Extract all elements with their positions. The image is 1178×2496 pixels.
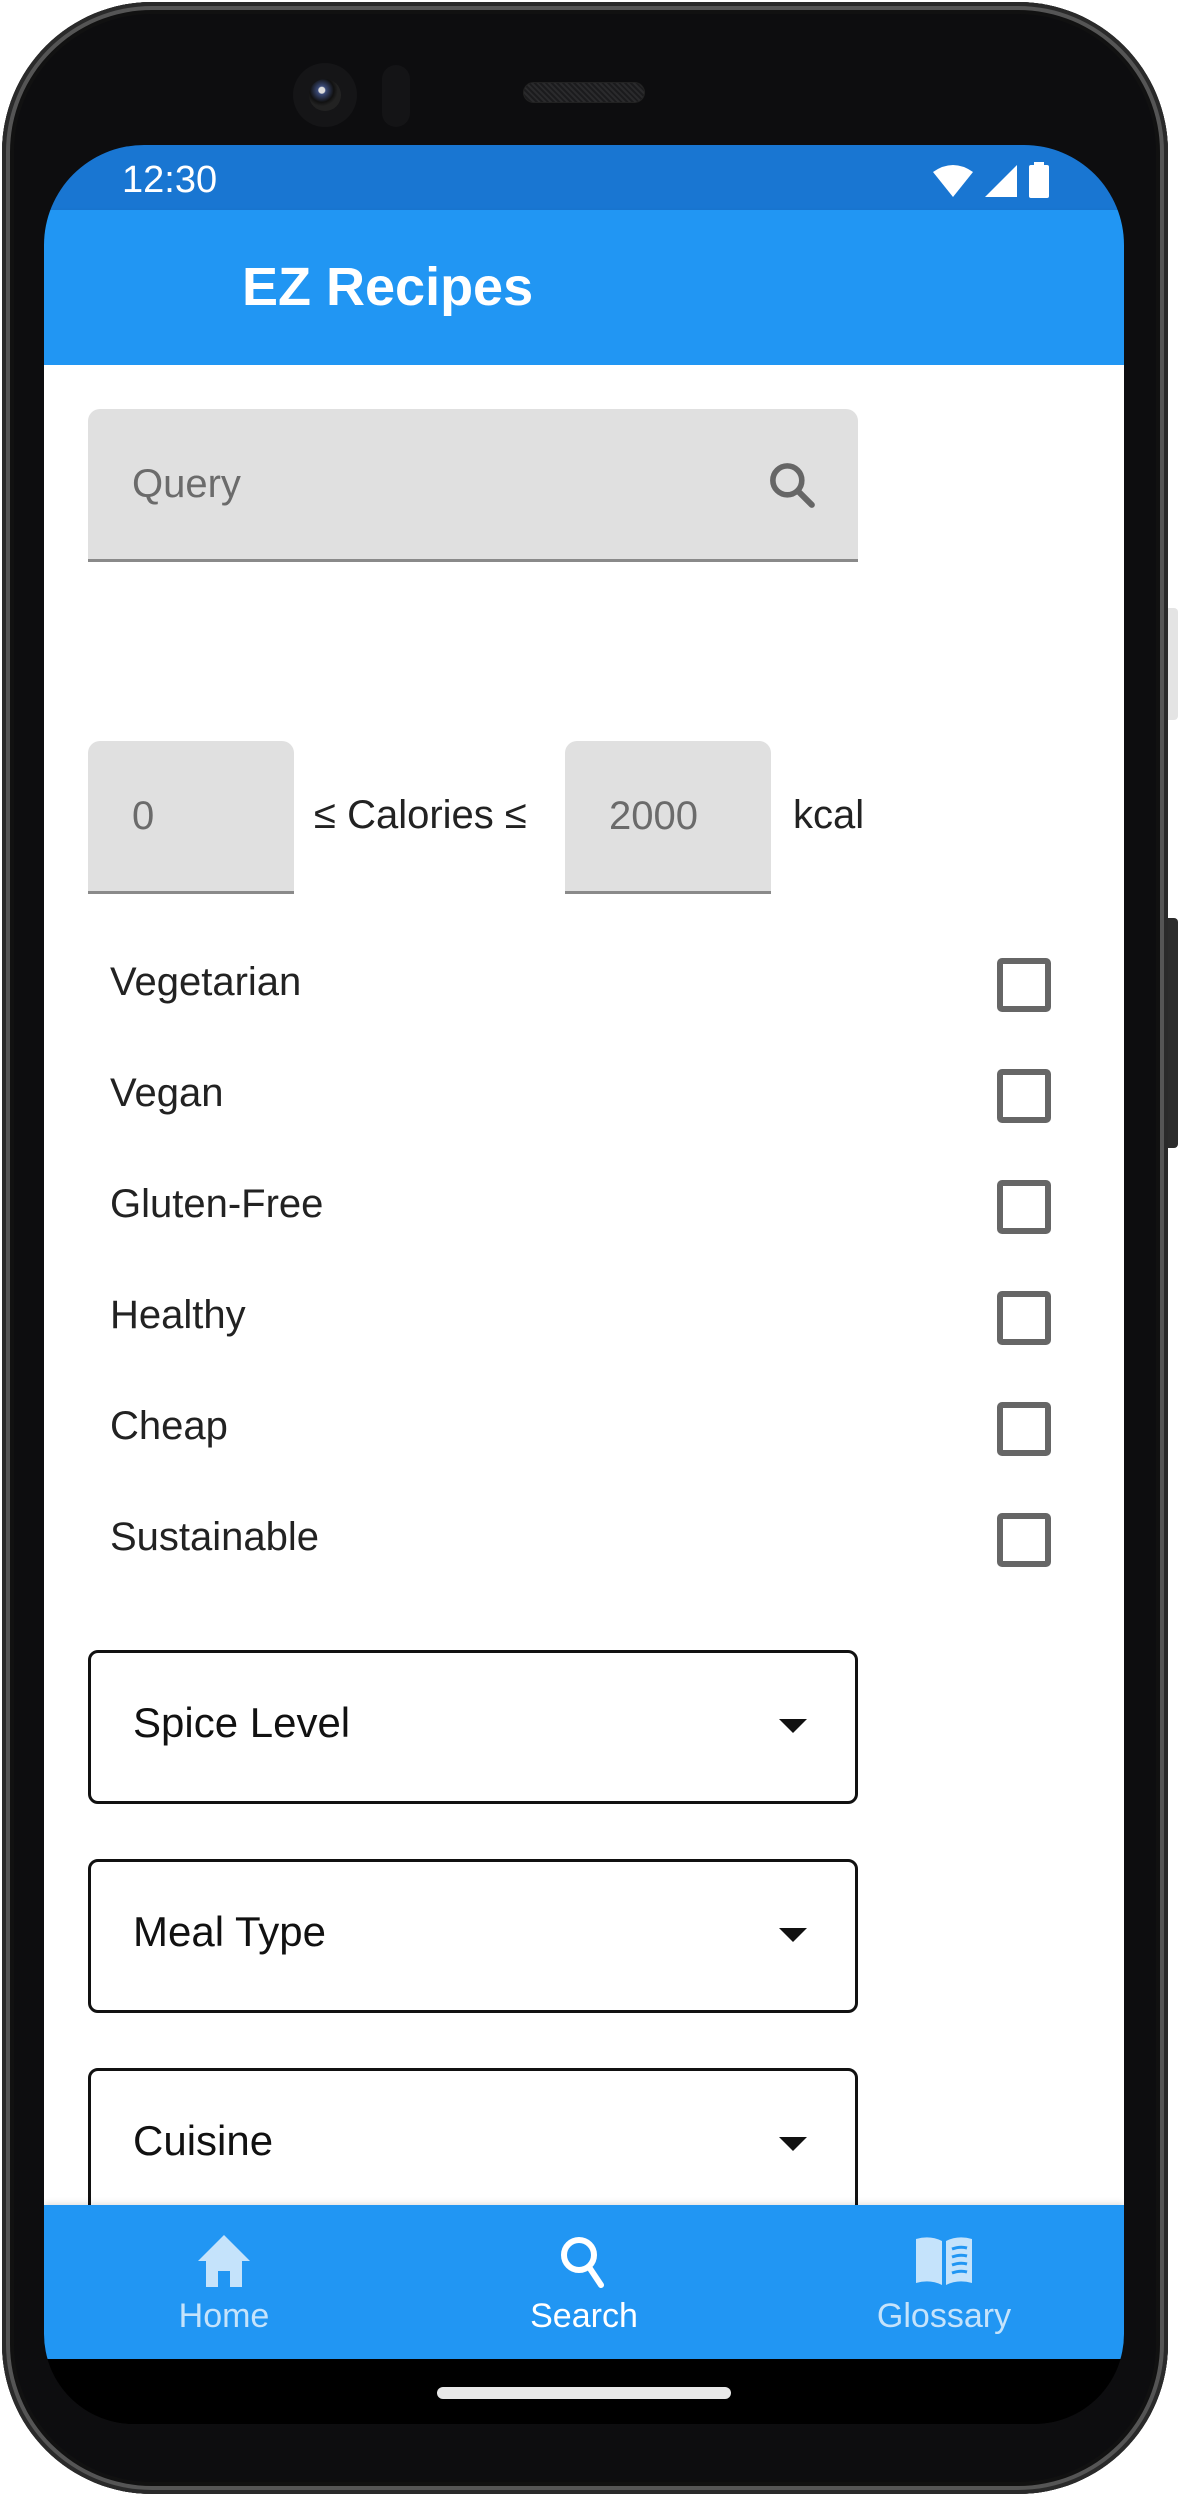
proximity-sensor <box>382 65 410 127</box>
dropdown-arrow-icon <box>779 1719 807 1733</box>
filter-label: Vegan <box>110 1071 224 1115</box>
dropdown-label: Spice Level <box>133 1699 351 1746</box>
gesture-area <box>44 2359 1124 2424</box>
cuisine-dropdown[interactable]: Cuisine <box>88 2068 858 2205</box>
calories-unit-label: kcal <box>793 793 865 837</box>
book-icon <box>916 2237 972 2285</box>
screen: 12:30 EZ Recipes Query 0 ≤ Calories ≤ 20… <box>44 145 1124 2424</box>
spice-level-dropdown[interactable]: Spice Level <box>88 1650 858 1804</box>
filter-healthy[interactable]: Healthy <box>44 1268 1124 1379</box>
earpiece-speaker <box>523 82 645 103</box>
search-icon <box>561 2237 604 2288</box>
calories-min-placeholder: 0 <box>132 794 155 838</box>
filter-label: Sustainable <box>110 1515 320 1559</box>
search-icon[interactable] <box>764 457 820 513</box>
checkbox[interactable] <box>997 1513 1051 1567</box>
query-placeholder: Query <box>132 462 241 506</box>
filter-label: Vegetarian <box>110 960 302 1004</box>
meal-type-dropdown[interactable]: Meal Type <box>88 1859 858 2013</box>
nav-item-home[interactable]: Home <box>44 2205 404 2359</box>
nav-label: Home <box>178 2297 270 2335</box>
filter-sustainable[interactable]: Sustainable <box>44 1490 1124 1601</box>
checkbox[interactable] <box>997 1291 1051 1345</box>
calories-max-input[interactable]: 2000 <box>565 741 771 894</box>
status-time: 12:30 <box>122 159 218 201</box>
status-bar: 12:30 <box>44 145 1124 210</box>
filter-label: Cheap <box>110 1404 228 1448</box>
home-gesture-handle[interactable] <box>437 2387 731 2399</box>
checkbox[interactable] <box>997 958 1051 1012</box>
wifi-icon <box>933 165 973 197</box>
dropdown-label: Cuisine <box>133 2117 274 2164</box>
checkbox[interactable] <box>997 1402 1051 1456</box>
calories-max-placeholder: 2000 <box>609 794 698 838</box>
battery-icon <box>1029 162 1049 198</box>
cellular-signal-icon <box>985 165 1017 197</box>
dropdown-arrow-icon <box>779 1928 807 1942</box>
query-input[interactable]: Query <box>88 409 858 562</box>
filter-cheap[interactable]: Cheap <box>44 1379 1124 1490</box>
filter-vegan[interactable]: Vegan <box>44 1046 1124 1157</box>
filter-label: Healthy <box>110 1293 246 1337</box>
volume-button <box>1168 918 1178 1148</box>
filter-gluten-free[interactable]: Gluten-Free <box>44 1157 1124 1268</box>
power-button <box>1168 608 1178 720</box>
bottom-navigation: Home Search Glossary <box>44 2205 1124 2359</box>
checkbox[interactable] <box>997 1180 1051 1234</box>
calories-min-input[interactable]: 0 <box>88 741 294 894</box>
nav-label: Search <box>530 2297 638 2335</box>
search-form: Query 0 ≤ Calories ≤ 2000 kcal Vegetaria… <box>44 365 1124 2205</box>
app-title: EZ Recipes <box>242 257 534 317</box>
app-bar: EZ Recipes <box>44 210 1124 365</box>
filter-label: Gluten-Free <box>110 1182 324 1226</box>
front-camera <box>293 63 357 127</box>
filter-vegetarian[interactable]: Vegetarian <box>44 935 1124 1046</box>
dropdown-label: Meal Type <box>133 1908 326 1955</box>
calories-range-label: ≤ Calories ≤ <box>314 793 527 837</box>
nav-item-glossary[interactable]: Glossary <box>764 2205 1124 2359</box>
nav-label: Glossary <box>876 2297 1012 2335</box>
dropdown-arrow-icon <box>779 2137 807 2151</box>
status-icons <box>932 162 1050 198</box>
nav-item-search[interactable]: Search <box>404 2205 764 2359</box>
checkbox[interactable] <box>997 1069 1051 1123</box>
home-icon <box>198 2235 250 2287</box>
